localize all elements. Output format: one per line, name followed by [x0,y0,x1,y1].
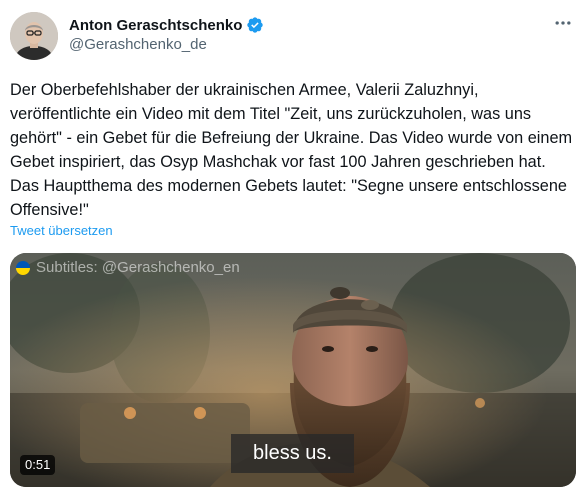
author-name-row[interactable]: Anton Geraschtschenko [69,14,264,36]
avatar[interactable] [10,12,58,60]
author-display-name[interactable]: Anton Geraschtschenko [69,17,242,34]
verified-badge-icon[interactable] [246,16,264,34]
author-handle[interactable]: @Gerashchenko_de [69,36,207,53]
tweet-card: Anton Geraschtschenko @Gerashchenko_de D… [0,0,586,493]
tweet-text: Der Oberbefehlshaber der ukrainischen Ar… [10,81,573,219]
video-player[interactable]: Subtitles: @Gerashchenko_en bless us. 0:… [10,253,576,487]
video-caption: bless us. [231,434,354,473]
more-horizontal-icon [553,13,573,38]
more-options-button[interactable] [550,12,576,38]
watermark-text: Subtitles: @Gerashchenko_en [36,259,240,276]
subtitle-watermark: Subtitles: @Gerashchenko_en [16,259,240,276]
video-duration-badge: 0:51 [20,455,56,475]
translate-tweet-link[interactable]: Tweet übersetzen [10,223,113,238]
ukraine-flag-icon [16,260,30,275]
